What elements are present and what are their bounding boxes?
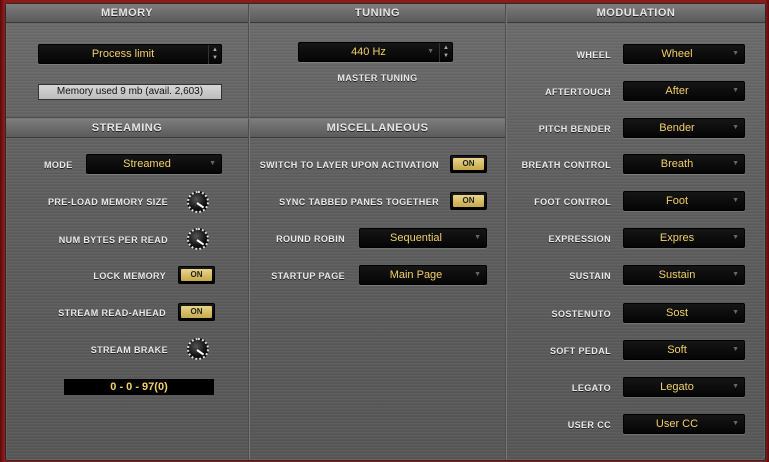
spinner-arrows-icon[interactable]: ▲ ▼ [439, 43, 452, 62]
startup-page-dropdown[interactable]: Main Page ▼ [359, 265, 487, 285]
master-tuning-label: MASTER TUNING [337, 73, 418, 83]
breath-control-value: Breath [660, 158, 694, 170]
round-robin-value: Sequential [390, 232, 442, 244]
mod-label-foot-control: FOOT CONTROL [534, 197, 611, 207]
chevron-down-icon: ▼ [732, 160, 739, 167]
mode-label: MODE [44, 160, 73, 170]
window-frame: MEMORY TUNING MODULATION Process limit ▲… [0, 0, 769, 462]
stream-brake-knob[interactable] [187, 338, 209, 360]
switch-layer-label: SWITCH TO LAYER UPON ACTIVATION [259, 160, 439, 170]
process-limit-value: Process limit [91, 48, 155, 60]
legato-value: Legato [660, 381, 694, 393]
foot-control-value: Foot [665, 195, 688, 207]
switch-layer-toggle[interactable]: ON [450, 155, 487, 173]
chevron-down-icon: ▼ [732, 346, 739, 353]
mod-label-pitch-bender: PITCH BENDER [538, 124, 611, 134]
user-cc-dropdown[interactable]: User CC ▼ [623, 414, 745, 434]
expression-dropdown[interactable]: Expres ▼ [623, 228, 745, 248]
switch-layer-state: ON [453, 158, 484, 170]
chevron-down-icon: ▼ [732, 50, 739, 57]
legato-dropdown[interactable]: Legato ▼ [623, 377, 745, 397]
num-bytes-knob[interactable] [187, 228, 209, 250]
wheel-value: Wheel [661, 48, 693, 60]
chevron-down-icon: ▼ [209, 160, 216, 167]
stream-read-ahead-label: STREAM READ-AHEAD [58, 308, 166, 318]
num-bytes-label: NUM BYTES PER READ [58, 235, 168, 245]
startup-page-label: STARTUP PAGE [271, 271, 345, 281]
mode-dropdown[interactable]: Streamed ▼ [86, 154, 222, 174]
streaming-section-title: STREAMING [6, 119, 248, 138]
modulation-section-title: MODULATION [507, 4, 765, 23]
user-cc-value: User CC [655, 418, 699, 430]
chevron-down-icon: ▼ [732, 197, 739, 204]
master-tuning-value: 440 Hz [351, 46, 386, 58]
soft-pedal-value: Soft [667, 344, 687, 356]
sostenuto-value: Sost [665, 307, 688, 319]
startup-page-value: Main Page [389, 269, 443, 281]
process-limit-dropdown[interactable]: Process limit ▲ ▼ [38, 44, 222, 64]
lock-memory-label: LOCK MEMORY [93, 271, 166, 281]
pitch-bender-value: Bender [659, 122, 695, 134]
chevron-down-icon: ▼ [732, 271, 739, 278]
mod-label-sostenuto: SOSTENUTO [551, 309, 611, 319]
memory-section-title: MEMORY [6, 4, 248, 23]
pitch-bender-dropdown[interactable]: Bender ▼ [623, 118, 745, 138]
foot-control-dropdown[interactable]: Foot ▼ [623, 191, 745, 211]
round-robin-label: ROUND ROBIN [276, 234, 345, 244]
sync-panes-state: ON [453, 195, 484, 207]
mod-label-expression: EXPRESSION [548, 234, 611, 244]
chevron-down-icon: ▼ [732, 87, 739, 94]
soft-pedal-dropdown[interactable]: Soft ▼ [623, 340, 745, 360]
mode-value: Streamed [123, 158, 171, 170]
mod-label-legato: LEGATO [571, 383, 611, 393]
chevron-down-icon: ▼ [732, 309, 739, 316]
sync-panes-toggle[interactable]: ON [450, 192, 487, 210]
master-tuning-dropdown[interactable]: 440 Hz ▼ ▲ ▼ [298, 42, 453, 62]
stream-brake-label: STREAM BRAKE [90, 345, 168, 355]
aftertouch-value: After [665, 85, 689, 97]
mod-label-user-cc: USER CC [567, 420, 611, 430]
expression-value: Expres [659, 232, 695, 244]
lock-memory-toggle[interactable]: ON [178, 266, 215, 284]
chevron-down-icon: ▼ [732, 124, 739, 131]
stream-read-ahead-toggle[interactable]: ON [178, 303, 215, 321]
breath-control-dropdown[interactable]: Breath ▼ [623, 154, 745, 174]
sustain-value: Sustain [658, 269, 696, 281]
sustain-dropdown[interactable]: Sustain ▼ [623, 265, 745, 285]
mod-label-wheel: WHEEL [576, 50, 611, 60]
round-robin-dropdown[interactable]: Sequential ▼ [359, 228, 487, 248]
sostenuto-dropdown[interactable]: Sost ▼ [623, 303, 745, 323]
chevron-down-icon: ▼ [427, 48, 434, 55]
chevron-down-icon: ▼ [732, 383, 739, 390]
mod-label-soft-pedal: SOFT PEDAL [549, 346, 611, 356]
mod-label-breath-control: BREATH CONTROL [521, 160, 611, 170]
column-divider [505, 4, 507, 460]
stream-readout: 0 - 0 - 97(0) [64, 379, 214, 395]
aftertouch-dropdown[interactable]: After ▼ [623, 81, 745, 101]
stream-read-ahead-state: ON [181, 306, 212, 318]
mod-label-aftertouch: AFTERTOUCH [545, 87, 611, 97]
mod-label-sustain: SUSTAIN [569, 271, 611, 281]
chevron-down-icon: ▼ [474, 234, 481, 241]
preload-memory-knob[interactable] [187, 191, 209, 213]
wheel-dropdown[interactable]: Wheel ▼ [623, 44, 745, 64]
chevron-down-icon: ▼ [732, 234, 739, 241]
tuning-section-title: TUNING [250, 4, 505, 23]
lock-memory-state: ON [181, 269, 212, 281]
sync-panes-label: SYNC TABBED PANES TOGETHER [279, 197, 439, 207]
misc-section-title: MISCELLANEOUS [250, 119, 505, 138]
memory-used-display: Memory used 9 mb (avail. 2,603) [38, 84, 222, 100]
chevron-down-icon: ▼ [474, 271, 481, 278]
preload-memory-label: PRE-LOAD MEMORY SIZE [47, 197, 168, 207]
chevron-down-icon: ▼ [732, 420, 739, 427]
spinner-arrows-icon[interactable]: ▲ ▼ [208, 45, 221, 64]
options-panel: MEMORY TUNING MODULATION Process limit ▲… [5, 3, 766, 461]
